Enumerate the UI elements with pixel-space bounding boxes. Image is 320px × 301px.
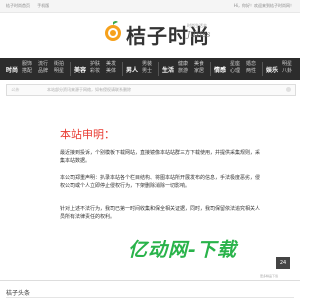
nav-life[interactable]: 生活 [162,65,174,74]
watermark: 亿动网-下载 [128,239,237,261]
site-name-en: Juziss [187,30,211,39]
nav-sub-item[interactable]: 婚恋 两性 [246,61,256,75]
notice-paragraph: 本公司郑重声明：扒录本站各个栏目结构、将图本站所开展发布的信息，手法极度恶劣，侵… [60,175,261,189]
nav-emotion[interactable]: 情感 [214,65,226,74]
page-number[interactable]: 24 [276,257,290,269]
top-bar: 桔子时尚首页 手机版 Hi，你好！欢迎来到桔子时尚网！ [0,0,300,13]
notice-bar: 公告 本站部分资讯来源于网络，如有侵权请联系删除 [6,84,296,96]
headlines-section: 桔子头条 [0,280,300,301]
nav-divider [70,62,71,76]
notice-title: 本站申明： [60,128,115,141]
watermark-small: 更多精品下载 [260,274,279,278]
notice-text[interactable]: 本站部分资讯来源于网络，如有侵权请联系删除 [47,87,131,93]
nav-divider [210,62,211,76]
nav-sub-item[interactable]: 健康 旅游 [178,61,188,75]
site-tagline: 时尚生活志 [187,23,207,28]
nav-sub-item[interactable]: 美食 家居 [194,61,204,75]
nav-sub-item[interactable]: 美发 美体 [106,61,116,75]
divider [6,297,294,298]
notice-label: 公告 [11,87,19,92]
nav-sub-item[interactable]: 服饰 搭配 [22,61,32,75]
site-logo[interactable]: 桔子时尚 时尚生活志 Juziss [103,17,213,51]
nav-sub-item[interactable]: 护肤 彩妆 [90,61,100,75]
nav-fashion[interactable]: 时尚 [6,65,18,74]
nav-sub-item[interactable]: 男装 男士 [142,61,152,75]
section-heading: 桔子头条 [6,290,31,297]
nav-entertainment[interactable]: 娱乐 [266,65,278,74]
orange-icon [105,21,121,41]
notice-icon [286,87,291,92]
nav-divider [158,62,159,76]
home-link[interactable]: 桔子时尚首页 [6,3,30,8]
notice-paragraph: 针对上述不法行为，我司已第一时间收集和保全相关证据，同时，我司保留依法追究相关人… [60,206,261,220]
main-nav: 时尚 服饰 搭配 流行 品牌 街拍 明星 美容 护肤 彩妆 美发 美体 男人 男装 男士 生… [0,58,300,80]
welcome-text: Hi，你好！欢迎来到桔子时尚网！ [233,3,294,8]
nav-sub-item[interactable]: 街拍 明星 [54,61,64,75]
nav-sub-item[interactable]: 明星 八卦 [282,61,292,75]
nav-sub-item[interactable]: 星座 心理 [230,61,240,75]
notice-paragraph: 最近接到投诉，个别模板下载网站，直接镜像本站站群三方下载使用，并提供采集规则，采… [60,150,261,164]
nav-divider [122,62,123,76]
nav-men[interactable]: 男人 [126,65,138,74]
nav-beauty[interactable]: 美容 [74,65,86,74]
nav-divider [262,62,263,76]
nav-sub-item[interactable]: 流行 品牌 [38,61,48,75]
mobile-link[interactable]: 手机版 [37,3,49,8]
